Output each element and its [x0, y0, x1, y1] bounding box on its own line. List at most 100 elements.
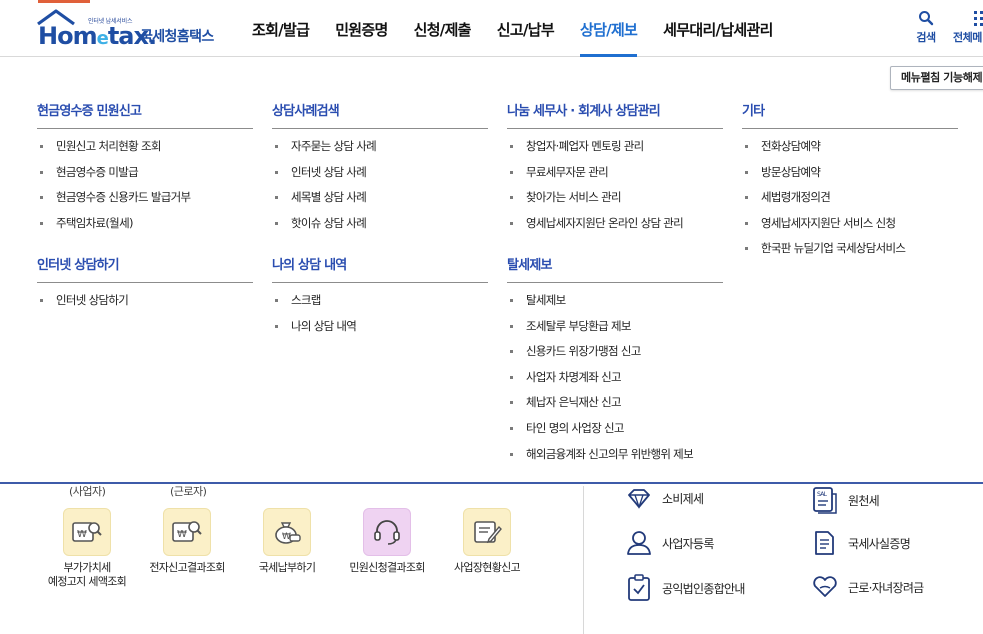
service-link-tax-fact-certificate[interactable]: 국세사실증명 [812, 530, 911, 556]
service-label: 근로·자녀장려금 [848, 580, 924, 595]
quick-label: 부가가치세 예정고지 세액조회 [47, 561, 127, 588]
menu-item-new-deal-consult[interactable]: 한국판 뉴딜기업 국세상담서비스 [742, 239, 906, 265]
clipboard-check-icon [628, 574, 650, 601]
heart-hands-icon [813, 576, 837, 597]
quick-icon-box: ₩ [63, 508, 111, 556]
menu-item-overseas-account-report[interactable]: 해외금융계좌 신고의무 위반행위 제보 [507, 445, 694, 471]
menu-item-card-refusal[interactable]: 현금영수증 신용카드 발급거부 [37, 188, 191, 214]
gnb-item-tax-agent[interactable]: 세무대리/납세관리 [663, 0, 773, 57]
service-label: 사업자등록 [662, 536, 714, 551]
menu-item-free-tax-advice[interactable]: 무료세무자문 관리 [507, 163, 683, 189]
menu-item-hot-issue-cases[interactable]: 핫이슈 상담 사례 [272, 214, 376, 240]
quick-business-status-report[interactable]: 사업장현황신고 [437, 508, 537, 575]
service-link-withholding-tax[interactable]: SAL 원천세 [812, 486, 880, 514]
menu-item-visit-consult-reservation[interactable]: 방문상담예약 [742, 163, 905, 189]
all-menu-button[interactable]: 전체메 [953, 10, 983, 45]
search-icon [919, 11, 934, 26]
section-title-my-consult[interactable]: 나의 상담 내역 [272, 254, 347, 273]
search-button[interactable]: 검색 [914, 10, 938, 45]
quick-icon-box [363, 508, 411, 556]
logo-site-name: 국세청홈택스 [140, 29, 214, 45]
section-list-sharing-accountant: 창업자·폐업자 멘토링 관리 무료세무자문 관리 찾아가는 서비스 관리 영세납… [507, 137, 684, 240]
menu-item-monthly-rent[interactable]: 주택임차료(월세) [37, 214, 190, 240]
menu-item-complaint-status[interactable]: 민원신고 처리현황 조회 [37, 137, 190, 163]
section-divider [507, 128, 723, 129]
quick-label: 국세납부하기 [258, 561, 316, 574]
quick-label: 민원신청결과조회 [349, 561, 425, 574]
menu-item-hidden-assets-report[interactable]: 체납자 은닉재산 신고 [507, 393, 693, 419]
main-quick-area: (사업자) (근로자) ₩ 부가가치세 예정고지 세액조회 ₩ 전자신고결과조회 [0, 485, 983, 634]
gnb-item-inquiry-issue[interactable]: 조회/발급 [252, 0, 310, 57]
service-link-public-corp-guide[interactable]: 공익법인종합안내 [626, 574, 745, 602]
salary-document-icon: SAL [813, 487, 837, 514]
quick-civil-result-inquiry[interactable]: 민원신청결과조회 [337, 508, 437, 575]
section-list-online-consult: 인터넷 상담하기 [37, 291, 129, 317]
gnb-item-apply-submit[interactable]: 신청/제출 [414, 0, 472, 57]
section-list-cash-receipt: 민원신고 처리현황 조회 현금영수증 미발급 현금영수증 신용카드 발급거부 주… [37, 137, 191, 240]
section-divider [37, 282, 253, 283]
money-bag-icon: ₩ [275, 522, 301, 544]
quick-icon-box: ₩ [263, 508, 311, 556]
menu-item-online-cases[interactable]: 인터넷 상담 사례 [272, 163, 376, 189]
section-title-online-consult[interactable]: 인터넷 상담하기 [37, 254, 120, 273]
quick-tax-payment[interactable]: ₩ 국세납부하기 [237, 508, 337, 575]
partial-label-worker: (근로자) [170, 485, 207, 498]
menu-item-receipt-not-issued[interactable]: 현금영수증 미발급 [37, 163, 190, 189]
menu-item-mentoring[interactable]: 창업자·폐업자 멘토링 관리 [507, 137, 683, 163]
section-title-tax-evasion-report[interactable]: 탈세제보 [507, 254, 552, 273]
menu-item-scrap[interactable]: 스크랩 [272, 291, 356, 317]
header-accent-bar [38, 0, 90, 3]
menu-item-my-consult-history[interactable]: 나의 상담 내역 [272, 317, 357, 343]
global-nav: 조회/발급 민원증명 신청/제출 신고/납부 상담/제보 세무대리/납세관리 [252, 0, 799, 57]
service-link-earned-income-credit[interactable]: 근로·자녀장려금 [812, 574, 924, 600]
quick-icon-box [463, 508, 511, 556]
service-label: 국세사실증명 [848, 536, 911, 551]
section-list-case-search: 자주묻는 상담 사례 인터넷 상담 사례 세목별 상담 사례 핫이슈 상담 사례 [272, 137, 377, 240]
section-title-cash-receipt[interactable]: 현금영수증 민원신고 [37, 100, 142, 119]
section-divider [742, 128, 958, 129]
headset-icon [374, 520, 400, 545]
hometax-logo[interactable]: 인터넷 납세서비스 Hometax. 국세청홈택스 [36, 8, 226, 52]
quick-label: 전자신고결과조회 [149, 561, 225, 574]
search-label: 검색 [916, 31, 936, 44]
menu-item-fake-merchant-report[interactable]: 신용카드 위장가맹점 신고 [507, 342, 693, 368]
menu-item-small-taxpayer-online[interactable]: 영세납세자지원단 온라인 상담 관리 [507, 214, 684, 240]
menu-item-tax-item-cases[interactable]: 세목별 상담 사례 [272, 188, 376, 214]
quick-vat-notice-inquiry[interactable]: ₩ 부가가치세 예정고지 세액조회 [37, 508, 137, 589]
menu-item-borrowed-name-business-report[interactable]: 타인 명의 사업장 신고 [507, 419, 693, 445]
global-header: 인터넷 납세서비스 Hometax. 국세청홈택스 조회/발급 민원증명 신청/… [0, 0, 983, 57]
edit-document-icon [474, 521, 502, 544]
menu-item-improper-refund-report[interactable]: 조세탈루 부당환급 제보 [507, 317, 693, 343]
section-list-tax-evasion-report: 탈세제보 조세탈루 부당환급 제보 신용카드 위장가맹점 신고 사업자 차명계좌… [507, 291, 694, 471]
quick-e-filing-result[interactable]: ₩ 전자신고결과조회 [137, 508, 237, 575]
service-link-consumption-tax[interactable]: 소비제세 [626, 486, 704, 510]
section-title-case-search[interactable]: 상담사례검색 [272, 100, 340, 119]
gnb-item-report-pay[interactable]: 신고/납부 [497, 0, 555, 57]
certificate-icon [815, 531, 834, 555]
menu-item-faq-cases[interactable]: 자주묻는 상담 사례 [272, 137, 377, 163]
section-title-etc[interactable]: 기타 [742, 100, 765, 119]
menu-item-phone-consult-reservation[interactable]: 전화상담예약 [742, 137, 905, 163]
section-list-my-consult: 스크랩 나의 상담 내역 [272, 291, 357, 343]
menu-item-online-consult[interactable]: 인터넷 상담하기 [37, 291, 129, 317]
mega-menu-panel: 메뉴펼침 기능해제 현금영수증 민원신고 민원신고 처리현황 조회 현금영수증 … [0, 57, 983, 484]
service-link-business-registration[interactable]: 사업자등록 [626, 530, 714, 556]
menu-item-small-taxpayer-service[interactable]: 영세납세자지원단 서비스 신청 [742, 214, 905, 240]
section-divider [37, 128, 253, 129]
service-label: 원천세 [848, 493, 880, 508]
gnb-item-consult-report[interactable]: 상담/제보 [579, 0, 638, 57]
menu-item-borrowed-account-report[interactable]: 사업자 차명계좌 신고 [507, 368, 693, 394]
service-label: 공익법인종합안내 [662, 581, 745, 596]
menu-item-visiting-service[interactable]: 찾아가는 서비스 관리 [507, 188, 683, 214]
quick-label: 사업장현황신고 [454, 561, 521, 574]
menu-expand-toggle-button[interactable]: 메뉴펼침 기능해제 [890, 66, 983, 90]
section-title-sharing-accountant[interactable]: 나눔 세무사 · 회계사 상담관리 [507, 100, 661, 119]
menu-item-tax-law-opinion[interactable]: 세법령개정의견 [742, 188, 905, 214]
person-icon [627, 531, 651, 555]
grid-menu-icon [974, 11, 983, 26]
svg-text:SAL: SAL [817, 491, 828, 498]
gnb-item-civil-certificate[interactable]: 민원증명 [335, 0, 388, 57]
section-divider [272, 128, 488, 129]
report-search-icon: ₩ [172, 521, 202, 542]
menu-item-tax-evasion-report[interactable]: 탈세제보 [507, 291, 693, 317]
